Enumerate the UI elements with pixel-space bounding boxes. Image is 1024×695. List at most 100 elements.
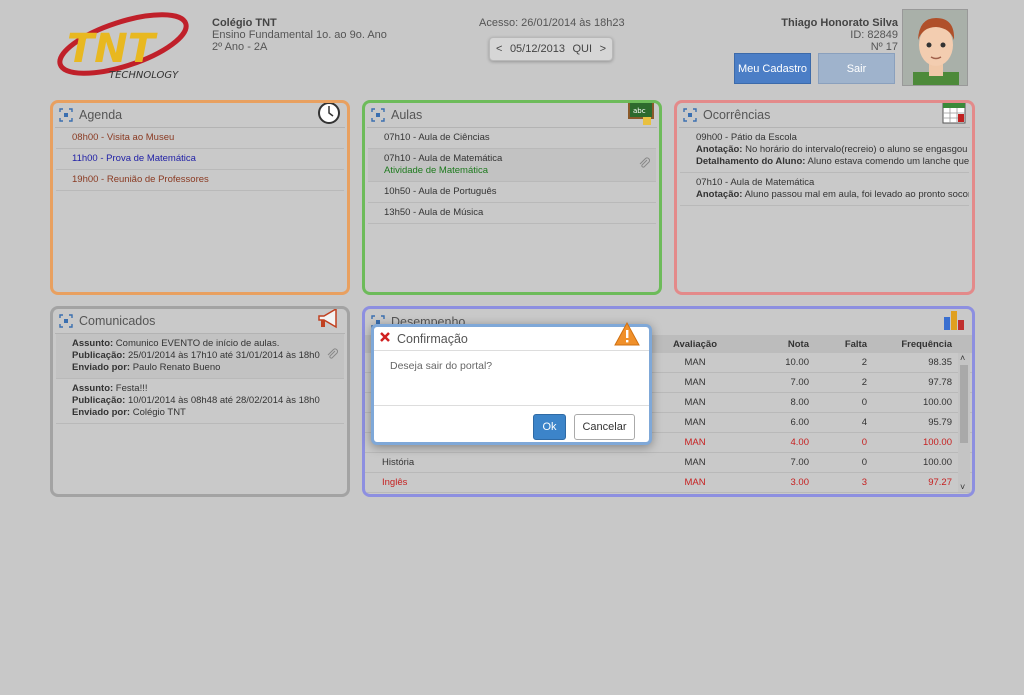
svg-text:abc: abc	[633, 107, 646, 115]
ocorrencia-head: 09h00 - Pátio da Escola	[696, 132, 797, 143]
megaphone-icon	[315, 309, 343, 333]
subject-value: Comunico EVENTO de início de aulas.	[113, 338, 280, 349]
aula-item[interactable]: 10h50 - Aula de Português	[368, 182, 656, 203]
scroll-down-icon[interactable]: ˅	[960, 482, 965, 492]
table-scrollbar[interactable]: ˄ ˅	[958, 353, 970, 492]
avaliacao-cell: MAN	[684, 397, 706, 408]
nota-cell: 7.00	[790, 457, 810, 468]
ocorrencias-header: Ocorrências	[679, 103, 970, 128]
comunicado-publication: Publicação: 25/01/2014 às 17h10 até 31/0…	[72, 350, 328, 362]
note-key: Anotação:	[696, 189, 743, 200]
col-frequencia: Frequência	[901, 338, 952, 350]
nota-cell: 8.00	[790, 397, 810, 408]
publication-key: Publicação:	[72, 395, 126, 406]
current-date: 05/12/2013	[509, 43, 565, 55]
avaliacao-cell: MAN	[684, 437, 706, 448]
comunicado-sender: Enviado por: Paulo Renato Bueno	[72, 362, 328, 374]
scroll-up-icon[interactable]: ˄	[960, 353, 965, 363]
falta-cell: 2	[861, 357, 867, 368]
ocorrencias-title: Ocorrências	[703, 108, 771, 122]
profile-button[interactable]: Meu Cadastro	[734, 53, 811, 84]
user-id: ID: 82849	[850, 29, 898, 41]
avaliacao-cell: MAN	[684, 357, 706, 368]
paperclip-icon[interactable]	[638, 157, 650, 173]
frequencia-cell: 100.00	[922, 397, 952, 408]
cancel-button[interactable]: Cancelar	[574, 414, 635, 440]
aula-item[interactable]: 07h10 - Aula de Matemática Atividade de …	[368, 149, 656, 182]
prev-date-button[interactable]: <	[496, 43, 502, 55]
paperclip-icon[interactable]	[326, 348, 338, 364]
ocorrencia-head: 07h10 - Aula de Matemática	[696, 177, 815, 188]
comunicados-header: Comunicados	[55, 309, 345, 334]
user-name: Thiago Honorato Silva	[781, 17, 898, 29]
user-info: Thiago Honorato Silva ID: 82849 Nº 17	[781, 17, 898, 53]
aula-item[interactable]: 13h50 - Aula de Música	[368, 203, 656, 224]
dialog-title: Confirmação	[397, 331, 468, 346]
subject-key: Assunto:	[72, 338, 114, 349]
falta-cell: 0	[861, 437, 867, 448]
ocorrencia-item[interactable]: 07h10 - Aula de Matemática Anotação: Alu…	[680, 173, 969, 206]
publication-key: Publicação:	[72, 350, 126, 361]
agenda-title: Agenda	[79, 108, 123, 122]
clock-icon	[315, 103, 343, 127]
expand-icon[interactable]	[683, 108, 697, 122]
table-row[interactable]: Inglês MAN 3.00 3 97.27	[365, 473, 972, 493]
ok-button[interactable]: Ok	[533, 414, 566, 440]
comunicado-subject: Assunto: Festa!!!	[72, 383, 328, 395]
frequencia-cell: 100.00	[922, 437, 952, 448]
frequencia-cell: 97.78	[928, 377, 952, 388]
subject-key: Assunto:	[72, 383, 114, 394]
frequencia-cell: 97.27	[928, 477, 952, 488]
sender-value: Paulo Renato Bueno	[130, 362, 221, 373]
frequencia-cell: 95.79	[928, 417, 952, 428]
note-value: Aluno passou mal em aula, foi levado ao …	[742, 189, 969, 200]
ocorrencia-item[interactable]: 09h00 - Pátio da Escola Anotação: No hor…	[680, 128, 969, 173]
school-name: Colégio TNT	[212, 17, 277, 29]
falta-cell: 4	[861, 417, 867, 428]
comunicados-title: Comunicados	[79, 314, 156, 328]
falta-cell: 0	[861, 457, 867, 468]
expand-icon[interactable]	[371, 108, 385, 122]
sender-key: Enviado por:	[72, 362, 131, 373]
ocorrencia-detail: Detalhamento do Aluno: Aluno estava come…	[696, 156, 969, 168]
subject-cell: História	[382, 457, 415, 468]
sender-value: Colégio TNT	[130, 407, 186, 418]
dialog-message: Deseja sair do portal?	[374, 351, 649, 406]
comunicado-sender: Enviado por: Colégio TNT	[72, 407, 328, 419]
close-icon[interactable]	[379, 330, 391, 348]
detail-key: Detalhamento do Aluno:	[696, 156, 806, 167]
next-date-button[interactable]: >	[600, 43, 606, 55]
falta-cell: 0	[861, 397, 867, 408]
publication-value: 25/01/2014 às 17h10 até 31/01/2014 às 18…	[125, 350, 320, 361]
scrollbar-thumb[interactable]	[960, 365, 968, 443]
note-key: Anotação:	[696, 144, 743, 155]
avaliacao-cell: MAN	[684, 457, 706, 468]
aula-item[interactable]: 07h10 - Aula de Ciências	[368, 128, 656, 149]
nota-cell: 6.00	[790, 417, 810, 428]
avaliacao-cell: MAN	[684, 417, 706, 428]
subject-value: Festa!!!	[113, 383, 148, 394]
agenda-item[interactable]: 11h00 - Prova de Matemática	[56, 149, 344, 170]
last-access: Acesso: 26/01/2014 às 18h23	[479, 17, 625, 29]
weekday: QUI	[572, 43, 593, 55]
comunicado-item[interactable]: Assunto: Comunico EVENTO de início de au…	[56, 334, 344, 379]
date-navigator: < 05/12/2013 QUI >	[489, 37, 613, 61]
subject-cell: Inglês	[382, 477, 408, 488]
calendar-icon	[940, 103, 968, 127]
dialog-footer: Ok Cancelar	[374, 406, 649, 448]
logout-button[interactable]: Sair	[818, 53, 895, 84]
table-row[interactable]: História MAN 7.00 0 100.00	[365, 453, 972, 473]
publication-value: 10/01/2014 às 08h48 até 28/02/2014 às 18…	[125, 395, 320, 406]
expand-icon[interactable]	[59, 108, 73, 122]
avaliacao-cell: MAN	[684, 377, 706, 388]
expand-icon[interactable]	[59, 314, 73, 328]
falta-cell: 2	[861, 377, 867, 388]
agenda-item[interactable]: 19h00 - Reunião de Professores	[56, 170, 344, 191]
nota-cell: 4.00	[790, 437, 810, 448]
nota-cell: 10.00	[785, 357, 809, 368]
confirm-dialog: Confirmação Deseja sair do portal? Ok Ca…	[371, 321, 652, 448]
comunicado-item[interactable]: Assunto: Festa!!! Publicação: 10/01/2014…	[56, 379, 344, 424]
agenda-item[interactable]: 08h00 - Visita ao Museu	[56, 128, 344, 149]
aulas-panel: Aulas abc 07h10 - Aula de Ciências 07h10…	[362, 100, 662, 295]
bar-chart-icon	[940, 309, 968, 333]
